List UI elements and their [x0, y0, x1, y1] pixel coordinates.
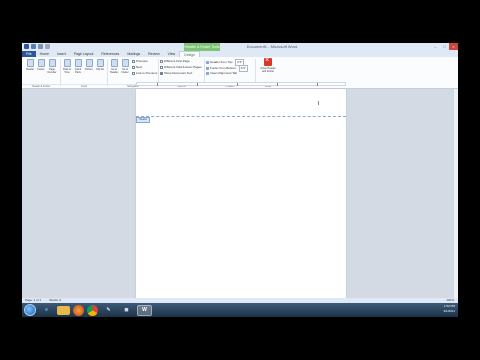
start-button[interactable] [24, 304, 36, 316]
close-icon [264, 57, 272, 66]
footer-position-icon [206, 66, 209, 70]
minimize-button[interactable]: – [431, 43, 440, 50]
different-first-page-checkbox[interactable]: Different First Page [160, 59, 190, 64]
window-controls: – □ × [431, 43, 458, 50]
context-tab-header: Header & Footer Tools [184, 43, 220, 51]
tools-icon[interactable]: ✎ [101, 305, 116, 316]
window-title: Document1 - Microsoft Word [246, 44, 298, 49]
screen: Header & Footer Tools Document1 - Micros… [0, 0, 480, 360]
arrow-down-icon [132, 65, 135, 69]
folder-icon[interactable] [57, 305, 70, 315]
date-time-button[interactable]: Date & Time [62, 59, 72, 74]
text-cursor: I [318, 101, 320, 107]
document-page[interactable]: I Header [136, 89, 346, 298]
system-clock[interactable]: 1:52 PM 3/1/2011 [444, 304, 455, 314]
header-position-icon [206, 60, 209, 64]
save-icon[interactable] [31, 44, 36, 49]
horizontal-ruler[interactable] [136, 82, 346, 86]
picture-button[interactable]: Picture [84, 59, 94, 71]
footer-icon [37, 59, 45, 67]
insert-alignment-tab-button[interactable]: Insert Alignment Tab [206, 71, 237, 76]
ie-icon[interactable]: e [39, 305, 54, 316]
quick-parts-button[interactable]: Quick Parts [73, 59, 83, 74]
clip-art-button[interactable]: Clip Art [95, 59, 105, 71]
quick-parts-icon [74, 59, 82, 67]
arrow-up-icon [132, 59, 135, 63]
picture-icon [85, 59, 93, 67]
page-number-button[interactable]: Page Number [47, 59, 57, 74]
next-button[interactable]: Next [132, 65, 142, 70]
undo-icon[interactable] [38, 44, 43, 49]
header-icon [26, 59, 34, 67]
go-to-footer-button[interactable]: Go to Footer [120, 59, 130, 74]
header-button[interactable]: Header [25, 59, 35, 71]
taskbar: e ✎ ◼ W 1:52 PM 3/1/2011 [22, 303, 458, 317]
footer-button[interactable]: Footer [36, 59, 46, 71]
header-boundary-line [136, 116, 346, 117]
page-number-icon [48, 59, 56, 67]
close-header-footer-button[interactable]: Close Header and Footer [258, 57, 278, 73]
word-icon[interactable] [24, 44, 29, 49]
go-to-header-button[interactable]: Go to Header [109, 59, 119, 74]
quick-access-toolbar [24, 44, 50, 49]
clip-art-icon [96, 59, 104, 67]
title-bar: Header & Footer Tools Document1 - Micros… [22, 43, 458, 51]
header-tag: Header [136, 117, 151, 123]
word-taskbar-icon[interactable]: W [137, 304, 152, 316]
maximize-button[interactable]: □ [440, 43, 449, 50]
go-to-footer-icon [121, 59, 129, 67]
redo-icon[interactable] [45, 44, 50, 49]
link-to-previous-button[interactable]: Link to Previous [132, 71, 157, 76]
document-workspace: I Header [22, 89, 458, 298]
go-to-header-icon [110, 59, 118, 67]
show-document-text-checkbox[interactable]: Show Document Text [160, 71, 192, 76]
different-odd-even-checkbox[interactable]: Different Odd & Even Pages [160, 65, 202, 70]
calendar-icon [63, 59, 71, 67]
close-window-button[interactable]: × [449, 43, 458, 50]
alignment-tab-icon [206, 71, 209, 75]
chrome-icon[interactable] [87, 304, 98, 316]
vertical-scrollbar[interactable] [453, 89, 458, 298]
divider [60, 59, 61, 86]
firefox-icon[interactable] [73, 304, 84, 316]
divider [107, 59, 108, 86]
link-icon [132, 71, 135, 75]
previous-button[interactable]: Previous [132, 59, 148, 64]
media-icon[interactable]: ◼ [119, 305, 134, 316]
